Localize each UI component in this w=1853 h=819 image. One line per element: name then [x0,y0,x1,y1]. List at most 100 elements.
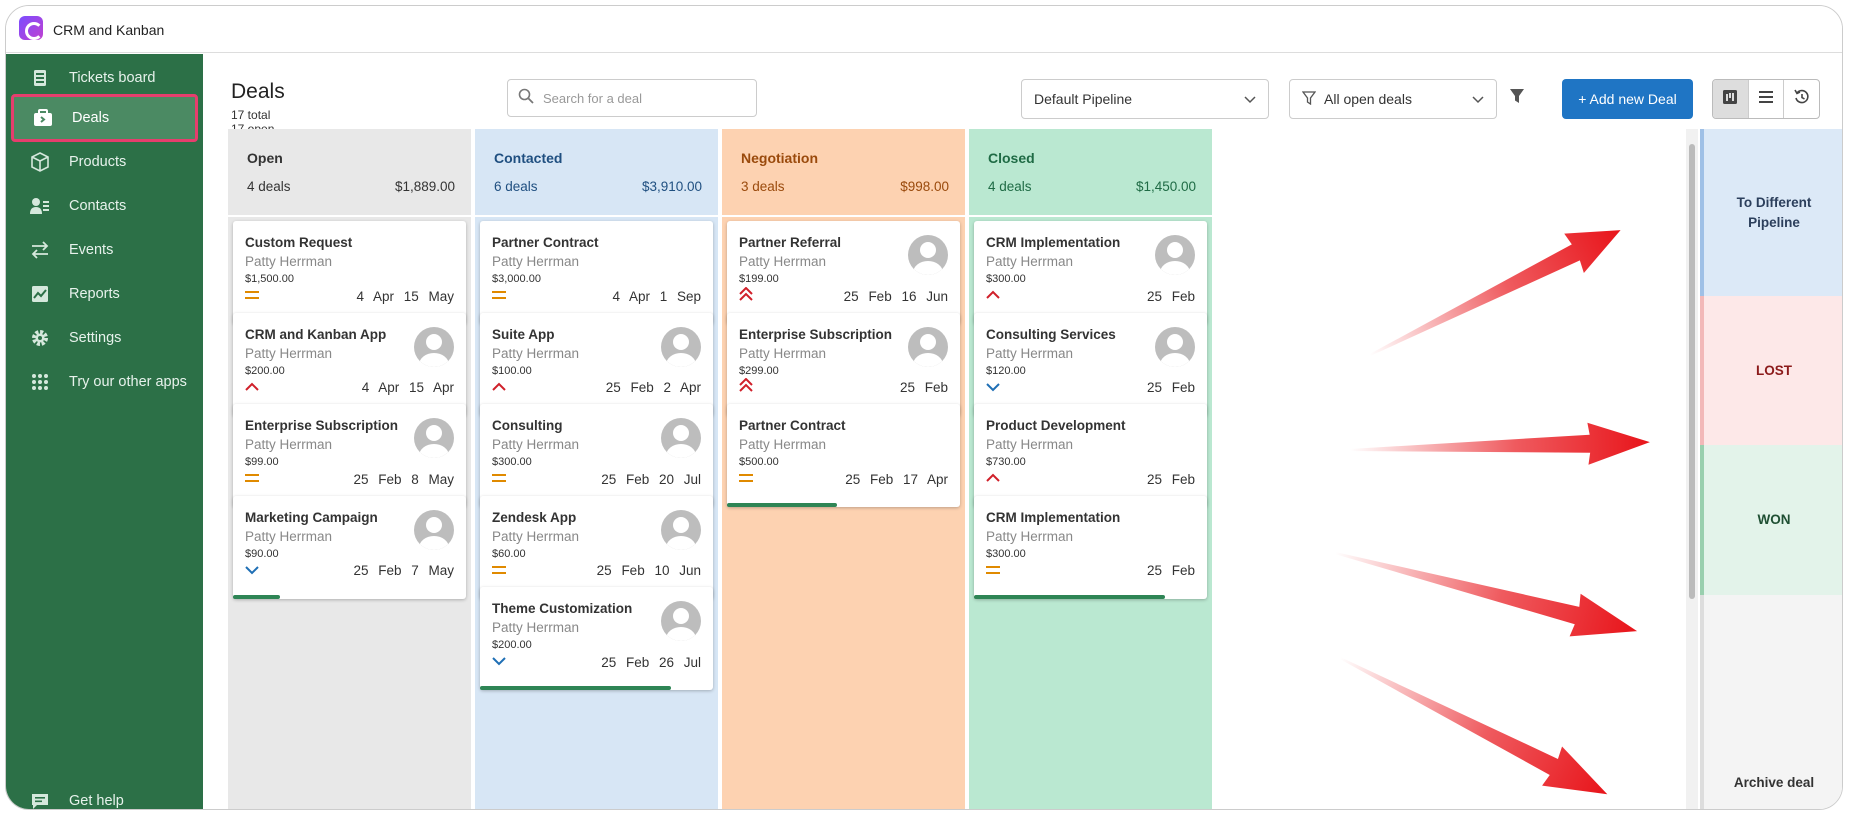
priority-medium-icon [492,562,506,580]
deal-title: CRM Implementation [986,509,1121,525]
column-total: $3,910.00 [641,179,702,194]
help-chat-icon [11,792,69,809]
column-total: $1,450.00 [1135,179,1196,194]
deal-card[interactable]: Enterprise Subscription Patty Herrman $99.… [233,404,466,507]
add-deal-button[interactable]: + Add new Deal [1562,79,1693,119]
deal-amount: $300.00 [986,547,1026,560]
drop-zone-different-pipeline[interactable]: To Different Pipeline [1700,129,1842,296]
deal-card[interactable]: Consulting Patty Herrman $300.00 25 Feb 20 … [480,404,713,507]
avatar [414,509,454,550]
sidebar-item-contacts[interactable]: Contacts [11,182,198,230]
column-total: $1,889.00 [394,179,455,194]
drop-zone-won[interactable]: WON [1700,445,1842,595]
main-content: Deals 17 total 17 open Default Pipeline … [203,54,1842,809]
deal-dates: 25 Feb [1146,380,1195,395]
sidebar-item-reports[interactable]: Reports [11,270,198,318]
funnel-icon [1301,90,1317,108]
filter-icon[interactable] [1509,88,1525,109]
search-box[interactable] [507,79,757,117]
sidebar-item-events[interactable]: Events [11,226,198,274]
deal-dates: 4 Apr 15 Apr [361,380,454,395]
deals-total-count: 17 total [231,108,271,122]
priority-low-icon [245,562,259,580]
deal-card[interactable]: Product Development Patty Herrman $730.00 2… [974,404,1207,507]
deal-owner: Patty Herrman [986,528,1074,544]
column-title: Negotiation [741,150,818,166]
deal-card[interactable]: CRM Implementation Patty Herrman $300.00 25… [974,495,1207,599]
deal-dates: 25 Feb 8 May [353,471,454,487]
avatar [1155,326,1195,367]
history-icon [1793,89,1810,110]
deal-dates: 25 Feb 16 Jun [843,288,948,304]
column-header-negotiation: Negotiation 3 deals $998.00 [722,129,965,215]
board-scrollbar[interactable] [1686,129,1698,809]
sidebar-item-products[interactable]: Products [11,138,198,186]
kanban-view-icon [1722,89,1738,110]
priority-high-icon [492,379,506,397]
deal-dates: 25 Feb [1146,471,1195,487]
deal-card[interactable]: CRM and Kanban App Patty Herrman $200.00 4 … [233,312,466,416]
column-summary: 3 deals $998.00 [741,179,949,194]
briefcase-icon [14,109,72,127]
column-summary: 6 deals $3,910.00 [494,179,702,194]
priority-medium-icon [986,562,1000,580]
deal-title: Product Development [986,418,1126,433]
avatar [414,418,454,458]
priority-medium-icon [492,287,506,305]
sidebar-item-settings[interactable]: Settings [11,314,198,362]
search-input[interactable] [543,90,743,106]
priority-medium-icon [245,470,259,488]
deal-card[interactable]: Custom Request Patty Herrman $1,500.00 4 Ap… [233,221,466,324]
deal-card[interactable]: Theme Customization Patty Herrman $200.00 2… [480,587,713,690]
sidebar-item-label: Settings [69,330,122,346]
priority-low-icon [986,379,1000,397]
deal-card[interactable]: Consulting Services Patty Herrman $120.00 2… [974,312,1207,416]
search-icon [518,88,534,109]
drop-zone-archive[interactable]: Archive deal [1700,595,1842,809]
deal-dates: 25 Feb 7 May [353,563,454,578]
sidebar-item-other-apps[interactable]: Try our other apps [11,358,198,406]
column-header-contacted: Contacted 6 deals $3,910.00 [475,129,718,215]
priority-high-icon [986,287,1000,305]
kanban-view-button[interactable] [1713,80,1749,118]
column-title: Open [247,150,283,166]
deal-card[interactable]: Enterprise Subscription Patty Herrman $299… [727,312,960,416]
list-view-button[interactable] [1749,80,1785,118]
deal-filter-value: All open deals [1324,91,1412,107]
sidebar-item-deals[interactable]: Deals [11,94,198,142]
avatar [661,326,701,367]
column-deal-count: 4 deals [247,179,291,194]
deal-dates: 25 Feb [1146,563,1195,578]
deal-card[interactable]: CRM Implementation Patty Herrman $300.00 25… [974,221,1207,324]
deal-title: Partner Contract [492,235,599,250]
deal-card[interactable]: Zendesk App Patty Herrman $60.00 25 Feb 10 … [480,495,713,599]
column-header-open: Open 4 deals $1,889.00 [228,129,471,215]
history-view-button[interactable] [1784,80,1819,118]
deal-dates: 25 Feb 20 Jul [601,471,701,487]
deal-progress-bar [480,686,671,690]
arrows-icon [11,241,69,259]
deal-card[interactable]: Partner Contract Patty Herrman $3,000.00 4 … [480,221,713,324]
deal-card[interactable]: Marketing Campaign Patty Herrman $90.00 25 … [233,495,466,599]
deal-card[interactable]: Suite App Patty Herrman $100.00 25 Feb 2 Ap… [480,312,713,416]
deal-card[interactable]: Partner Referral Patty Herrman $199.00 25 F… [727,221,960,324]
avatar [661,418,701,458]
column-header-closed: Closed 4 deals $1,450.00 [969,129,1212,215]
deal-title: Custom Request [245,235,353,250]
page-title: Deals [231,80,285,103]
deal-dates: 25 Feb 17 Apr [845,471,948,487]
deal-card[interactable]: Partner Contract Patty Herrman $500.00 25 F… [727,404,960,507]
pipeline-select[interactable]: Default Pipeline [1021,79,1269,119]
chevron-down-icon [1472,91,1484,107]
deal-dates: 25 Feb 2 Apr [605,380,701,395]
sidebar-item-label: Try our other apps [69,374,187,390]
column-title: Closed [988,150,1035,166]
deal-owner: Patty Herrman [986,437,1074,452]
deal-dates: 4 Apr 1 Sep [612,288,701,304]
view-toggle [1712,79,1820,119]
get-help-link[interactable]: Get help [11,777,198,809]
deal-progress-bar [233,594,280,599]
drop-zone-lost[interactable]: LOST [1700,296,1842,445]
deal-filter-select[interactable]: All open deals [1289,79,1497,119]
deal-amount: $1,500.00 [245,273,294,285]
